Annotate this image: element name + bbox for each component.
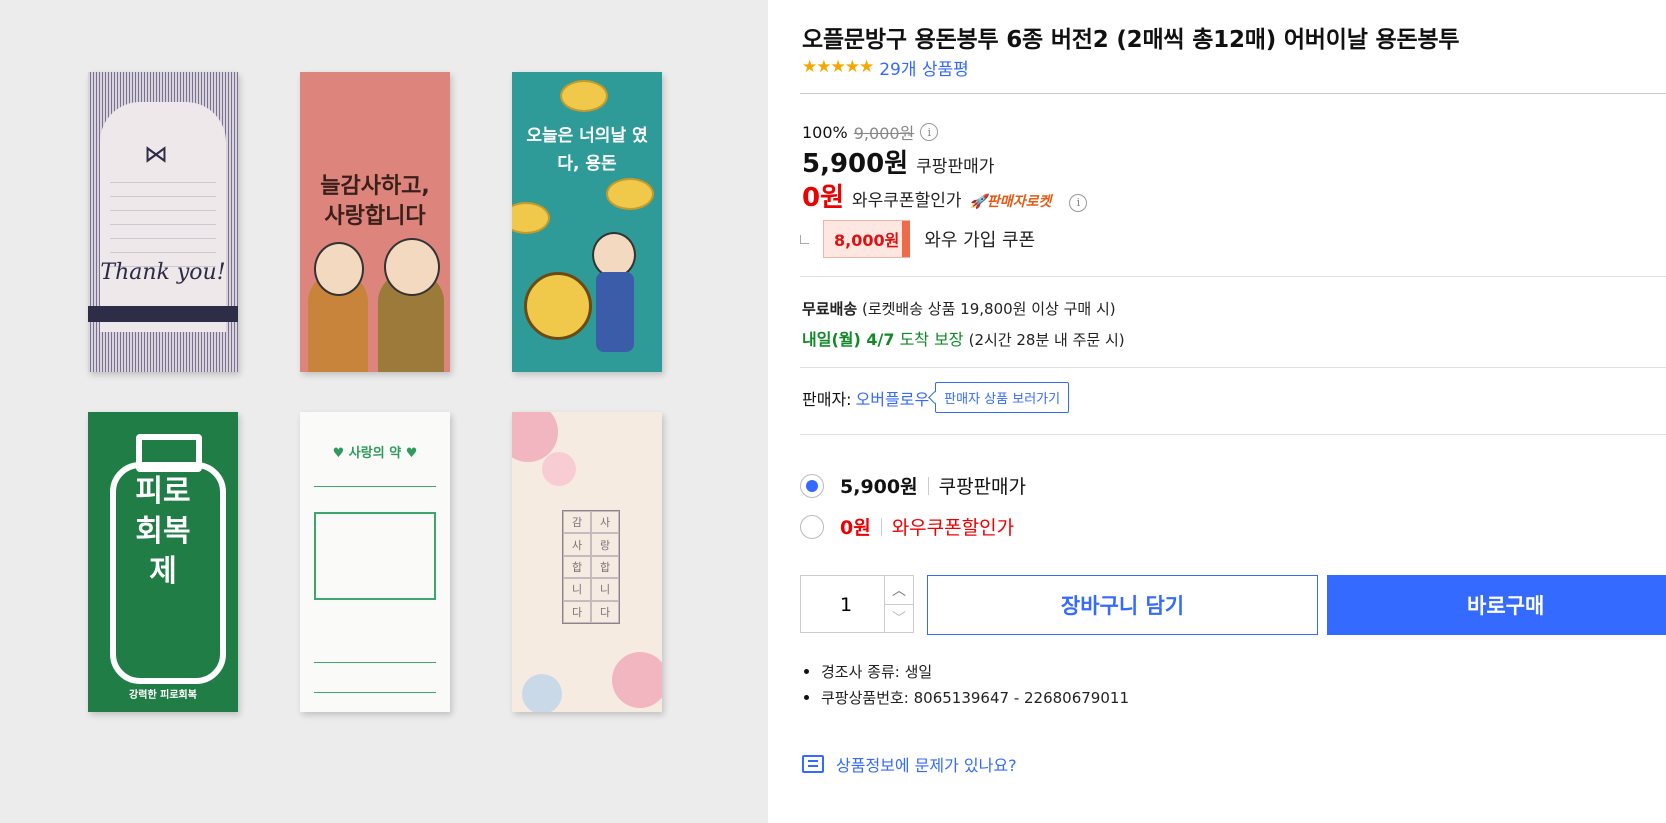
envelope-parents-image: 늘감사하고, 사랑합니다 [300, 72, 450, 372]
radio-unselected[interactable] [800, 514, 824, 539]
quantity-input[interactable] [801, 576, 891, 634]
free-shipping-label: 무료배송 [802, 300, 858, 318]
seller-row: 판매자: 오버플로우 판매자 상품 보러가기 [802, 382, 1070, 413]
divider [800, 434, 1666, 435]
coupon-label: 와우 가입 쿠폰 [924, 230, 1036, 251]
list-item: 경조사 종류: 생일 [804, 658, 1129, 684]
envelope-thankyou-text: Thank you! [100, 260, 226, 285]
seller-rocket-badge: 🚀판매자로켓 [969, 194, 1052, 210]
arrival-day: 내일(월) 4/7 [802, 330, 895, 349]
report-issue-link[interactable]: 상품정보에 문제가 있나요? [802, 752, 1017, 776]
seller-name-link[interactable]: 오버플로우 [856, 386, 930, 410]
quantity-stepper[interactable]: ︿ ﹀ [800, 575, 914, 634]
sale-price: 5,900원 [802, 149, 909, 179]
original-price: 9,000원 [853, 124, 915, 143]
option-label: 쿠팡판매가 [938, 476, 1026, 498]
message-icon [802, 755, 824, 773]
original-price-row: 100% 9,000원 i [802, 120, 939, 144]
option-wow-price[interactable]: 0원 와우쿠폰할인가 [800, 513, 1014, 540]
radio-selected[interactable] [800, 473, 824, 498]
info-icon[interactable]: i [1069, 193, 1088, 212]
chevron-up-icon[interactable]: ︿ [884, 576, 913, 605]
wow-price-row: 0원 와우쿠폰할인가 🚀판매자로켓 i [802, 177, 1088, 214]
wow-price: 0원 [802, 183, 845, 213]
star-rating-icon: ★★★★★ [802, 57, 874, 77]
product-title: 오플문방구 용돈봉투 6종 버전2 (2매씩 총12매) 어버이날 용돈봉투 [802, 27, 1460, 53]
info-icon[interactable]: i [920, 123, 939, 141]
buy-now-button[interactable]: 바로구매 [1327, 575, 1666, 635]
envelope-coin-text: 오늘은 너의날 였다, 용돈 [526, 126, 648, 174]
corner-icon [800, 234, 809, 244]
envelope-coin-image: 오늘은 너의날 였다, 용돈 [512, 72, 662, 372]
envelope-parents-text: 늘감사하고, 사랑합니다 [320, 174, 430, 229]
envelope-medicine-title: ♥ 사랑의 약 ♥ [332, 446, 418, 461]
envelope-bottle-image: 피로회복제 강력한 피로회복 [88, 412, 238, 712]
free-shipping-row: 무료배송 (로켓배송 상품 19,800원 이상 구매 시) [802, 298, 1116, 319]
arrival-row: 내일(월) 4/7 도착 보장 (2시간 28분 내 주문 시) [802, 326, 1125, 350]
seller-products-button[interactable]: 판매자 상품 보러가기 [935, 382, 1070, 413]
report-issue-text: 상품정보에 문제가 있나요? [836, 756, 1017, 775]
review-count-link[interactable]: 29개 상품평 [879, 55, 969, 80]
discount-rate: 100% [802, 122, 848, 142]
add-to-cart-button[interactable]: 장바구니 담기 [927, 575, 1318, 635]
rating-row: ★★★★★ 29개 상품평 [802, 55, 969, 80]
arrival-label: 도착 보장 [899, 330, 964, 349]
envelope-medicine-image: ♥ 사랑의 약 ♥ [300, 412, 450, 712]
envelope-flower-image: 감사 사랑 합합 니니 다다 [512, 412, 662, 712]
wow-price-label: 와우쿠폰할인가 [852, 191, 962, 211]
option-coupang-price[interactable]: 5,900원 쿠팡판매가 [800, 472, 1026, 499]
free-shipping-condition: (로켓배송 상품 19,800원 이상 구매 시) [861, 300, 1116, 318]
envelope-thankyou-image: ⋈ Thank you! [88, 72, 238, 372]
option-price: 0원 [840, 517, 871, 539]
product-image-panel[interactable]: ⋈ Thank you! 늘감사하고, 사랑합니다 오늘은 너의날 였다, 용돈… [0, 0, 768, 823]
sale-price-label: 쿠팡판매가 [916, 157, 995, 177]
option-price: 5,900원 [840, 476, 918, 498]
chevron-down-icon[interactable]: ﹀ [884, 604, 913, 632]
envelope-flower-text-grid: 감사 사랑 합합 니니 다다 [562, 510, 620, 624]
envelope-bottle-subtext: 강력한 피로회복 [129, 690, 197, 701]
divider [800, 93, 1666, 94]
product-details-list: 경조사 종류: 생일 쿠팡상품번호: 8065139647 - 22680679… [804, 658, 1129, 710]
arrival-condition: (2시간 28분 내 주문 시) [968, 331, 1125, 349]
divider [800, 367, 1666, 368]
option-label: 와우쿠폰할인가 [891, 517, 1015, 539]
list-item: 쿠팡상품번호: 8065139647 - 22680679011 [804, 684, 1129, 710]
bow-icon: ⋈ [144, 140, 168, 168]
seller-label: 판매자: [802, 389, 852, 409]
coupon-row: 8,000원 와우 가입 쿠폰 [800, 220, 1035, 258]
divider [800, 276, 1666, 277]
sale-price-row: 5,900원 쿠팡판매가 [802, 143, 994, 180]
coupon-amount-tag[interactable]: 8,000원 [823, 220, 911, 258]
envelope-bottle-text: 피로회복제 [135, 474, 191, 589]
